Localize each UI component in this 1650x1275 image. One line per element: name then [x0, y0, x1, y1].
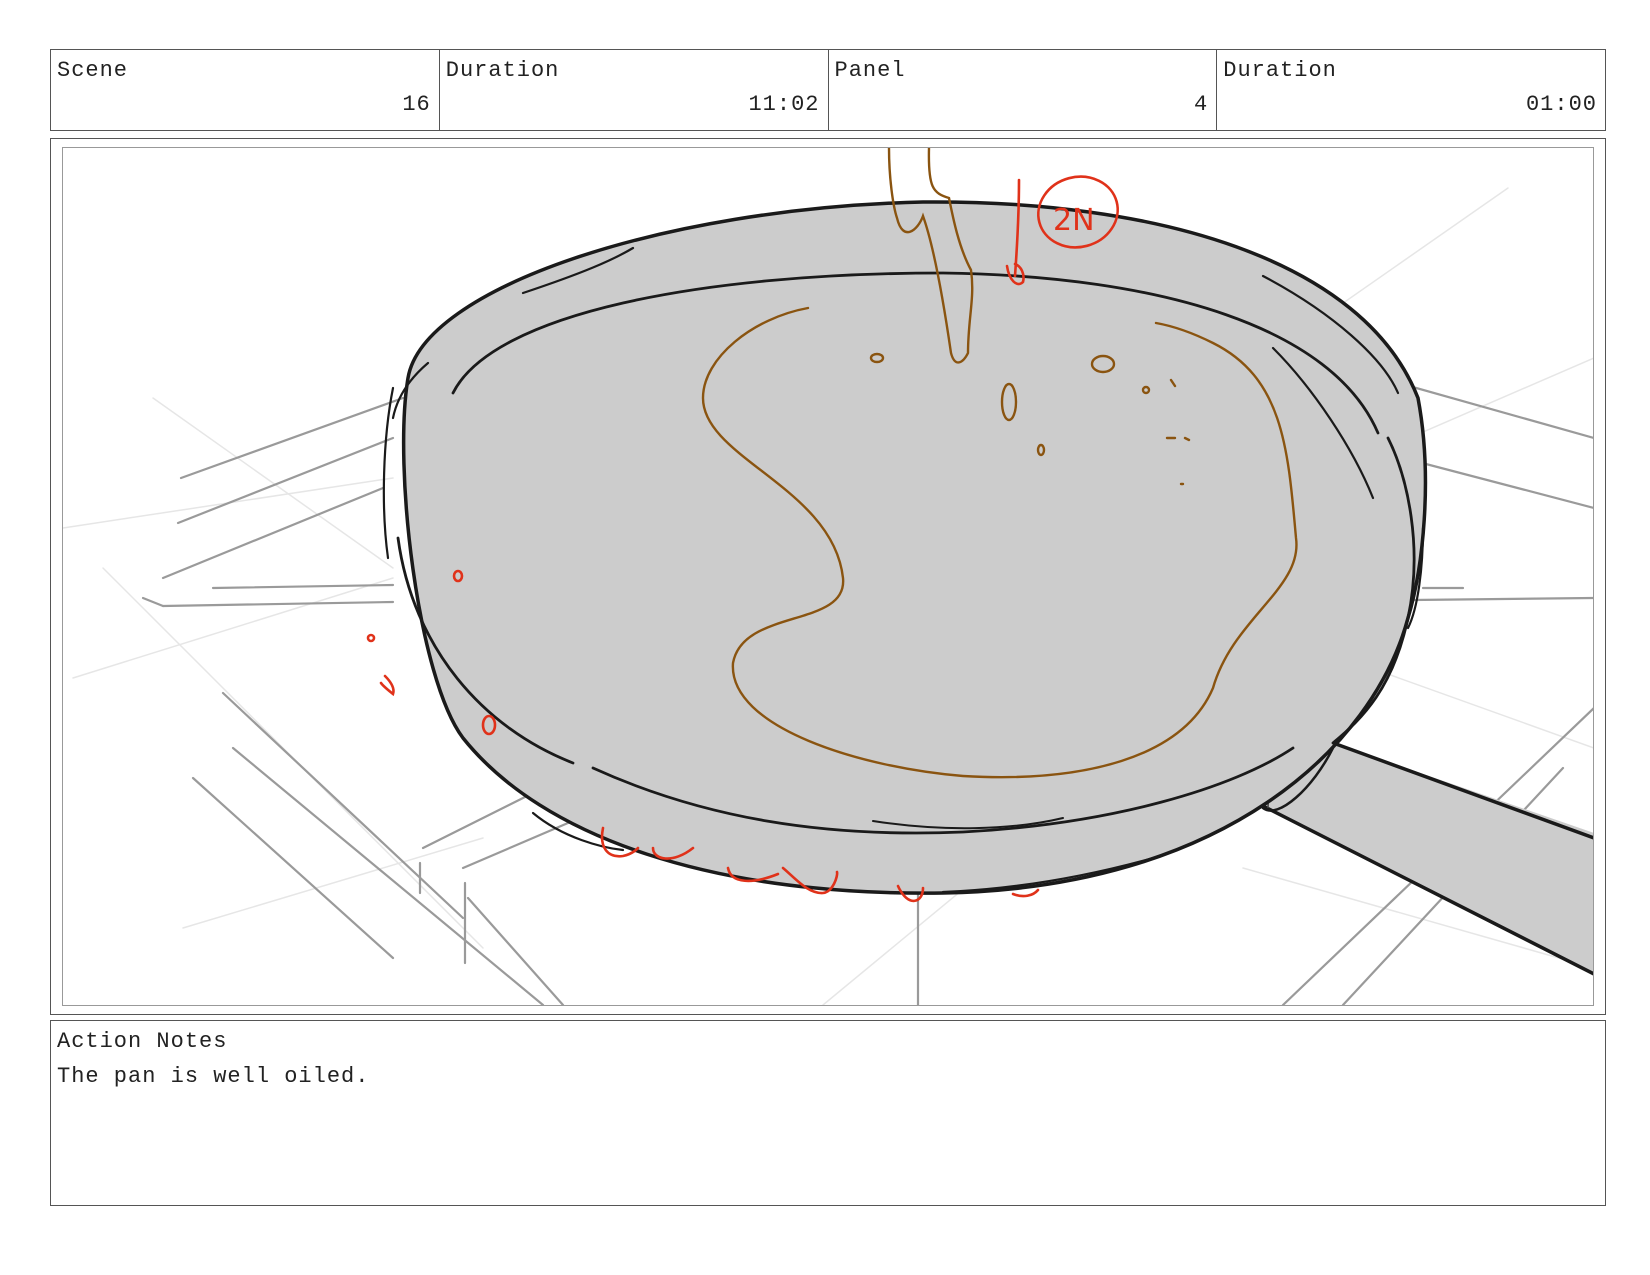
- frying-pan-sketch: 2N: [63, 148, 1593, 1005]
- panel-duration-label: Duration: [1223, 58, 1337, 83]
- action-notes-box: Action Notes The pan is well oiled.: [50, 1020, 1606, 1206]
- panel-cell: Panel 4: [829, 50, 1218, 130]
- scene-duration-label: Duration: [445, 58, 560, 83]
- panel-drawing-area[interactable]: 2N: [62, 147, 1594, 1006]
- scene-duration-value[interactable]: 11:02: [748, 92, 819, 117]
- panel-label: Panel: [834, 58, 906, 83]
- pan-body: [382, 200, 1428, 895]
- scene-cell: Scene 16: [51, 50, 440, 130]
- panel-duration-value[interactable]: 01:00: [1526, 92, 1597, 117]
- storyboard-frame: 2N: [50, 138, 1606, 1015]
- scene-number[interactable]: 16: [402, 92, 430, 117]
- scene-duration-cell: Duration 11:02: [440, 50, 829, 130]
- panel-duration-cell: Duration 01:00: [1217, 50, 1605, 130]
- red-annotation-text: 2N: [1053, 203, 1095, 238]
- scene-label: Scene: [57, 58, 129, 83]
- panel-number[interactable]: 4: [1194, 92, 1208, 117]
- panel-header: Scene 16 Duration 11:02 Panel 4 Duration…: [50, 49, 1606, 131]
- action-notes-label: Action Notes: [57, 1029, 228, 1054]
- action-notes-text[interactable]: The pan is well oiled.: [57, 1064, 369, 1089]
